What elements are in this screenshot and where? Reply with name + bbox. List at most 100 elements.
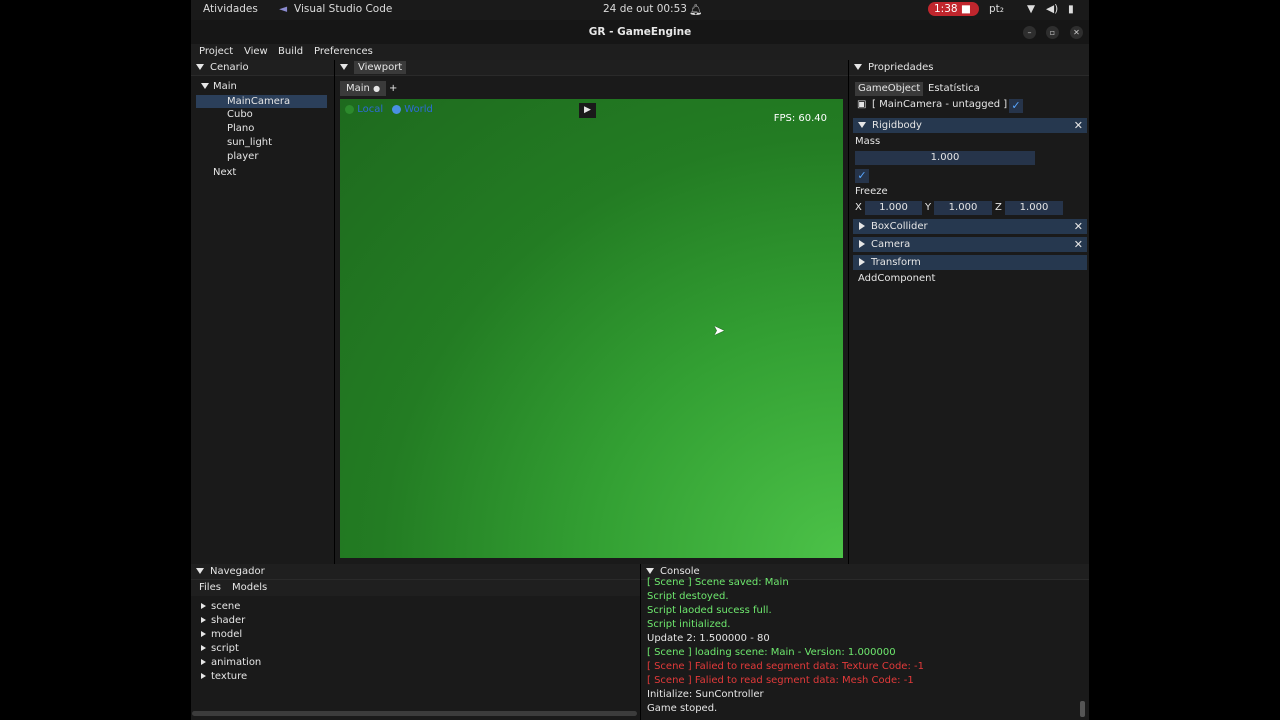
freeze-z-field[interactable]: 1.000 bbox=[1005, 201, 1063, 215]
tab-estatistica[interactable]: Estatística bbox=[928, 82, 980, 96]
tree-root-main[interactable]: Main bbox=[201, 81, 237, 92]
horizontal-scrollbar[interactable] bbox=[192, 711, 637, 716]
activities-button[interactable]: Atividades bbox=[203, 3, 258, 15]
boxcollider-header[interactable]: BoxCollider ✕ bbox=[853, 219, 1087, 234]
play-button[interactable]: ▶ bbox=[579, 103, 596, 118]
viewport-tab-main[interactable]: Main ● bbox=[340, 81, 387, 96]
freeze-y-field[interactable]: 1.000 bbox=[934, 201, 992, 215]
tree-item-maincamera[interactable]: MainCamera bbox=[196, 95, 327, 108]
expand-icon bbox=[201, 617, 206, 623]
clock[interactable]: 24 de out 00:53 bbox=[603, 3, 687, 15]
console-line: [ Scene ] Falied to read segment data: M… bbox=[647, 675, 914, 686]
freeze-x-field[interactable]: 1.000 bbox=[865, 201, 922, 215]
navigator-panel-header[interactable]: Navegador bbox=[191, 564, 640, 580]
collapse-icon bbox=[196, 64, 204, 70]
tree-item-player[interactable]: player bbox=[227, 151, 258, 162]
world-radio[interactable]: World bbox=[392, 104, 433, 115]
vscode-icon: ◄ bbox=[279, 3, 288, 15]
transform-header[interactable]: Transform bbox=[853, 255, 1087, 270]
world-label: World bbox=[404, 104, 433, 115]
menu-view[interactable]: View bbox=[244, 46, 268, 57]
scene-panel-header[interactable]: Cenario bbox=[191, 60, 334, 76]
console-line: Update 2: 1.500000 - 80 bbox=[647, 633, 770, 644]
folder-label: scene bbox=[211, 601, 241, 612]
folder-label: animation bbox=[211, 657, 262, 668]
local-radio[interactable]: Local bbox=[345, 104, 383, 115]
mass-label: Mass bbox=[855, 136, 881, 147]
unsaved-dot-icon: ● bbox=[373, 84, 381, 93]
mass-field[interactable]: 1.000 bbox=[855, 151, 1035, 165]
transform-title: Transform bbox=[871, 257, 921, 268]
menu-preferences[interactable]: Preferences bbox=[314, 46, 373, 57]
console-line: [ Scene ] loading scene: Main - Version:… bbox=[647, 647, 896, 658]
menu-project[interactable]: Project bbox=[199, 46, 233, 57]
volume-icon: ◀) bbox=[1046, 3, 1059, 15]
tab-gameobject[interactable]: GameObject bbox=[855, 82, 924, 96]
close-button[interactable]: ✕ bbox=[1070, 26, 1083, 39]
minimize-button[interactable]: – bbox=[1023, 26, 1036, 39]
check-icon: ✓ bbox=[1011, 99, 1021, 112]
folder-scene[interactable]: scene bbox=[201, 601, 240, 612]
maximize-button[interactable]: ▫ bbox=[1046, 26, 1059, 39]
console-line: Script destoyed. bbox=[647, 591, 729, 602]
radio-on-icon bbox=[392, 104, 401, 114]
freeze-label: Freeze bbox=[855, 186, 888, 197]
tree-item-next[interactable]: Next bbox=[213, 167, 236, 178]
remove-rigidbody-icon[interactable]: ✕ bbox=[1074, 118, 1083, 133]
expand-icon bbox=[201, 83, 209, 89]
viewport-panel: Viewport Main ● + Local World ▶ FPS: 60.… bbox=[335, 60, 848, 564]
remove-camera-icon[interactable]: ✕ bbox=[1074, 237, 1083, 252]
recording-indicator[interactable]: 1:38 ■ bbox=[928, 2, 979, 16]
viewport-panel-header[interactable]: Viewport bbox=[335, 60, 848, 76]
scene-panel-title: Cenario bbox=[210, 62, 249, 73]
rigidbody-checkbox[interactable]: ✓ bbox=[855, 169, 869, 183]
add-tab-button[interactable]: + bbox=[389, 81, 397, 96]
folder-shader[interactable]: shader bbox=[201, 615, 245, 626]
system-top-bar: Atividades ◄ Visual Studio Code 24 de ou… bbox=[191, 0, 1089, 20]
scene-panel: Cenario Main MainCamera Cubo Plano sun_l… bbox=[191, 60, 334, 564]
viewport-canvas[interactable]: Local World ▶ FPS: 60.40 ➤ bbox=[340, 99, 843, 558]
tree-item-plano[interactable]: Plano bbox=[227, 123, 254, 134]
properties-title: Propriedades bbox=[868, 62, 934, 73]
folder-texture[interactable]: texture bbox=[201, 671, 247, 682]
boxcollider-title: BoxCollider bbox=[871, 221, 928, 232]
folder-model[interactable]: model bbox=[201, 629, 242, 640]
menu-build[interactable]: Build bbox=[278, 46, 303, 57]
camera-header[interactable]: Camera ✕ bbox=[853, 237, 1087, 252]
collapse-icon bbox=[854, 64, 862, 70]
properties-panel: Propriedades bbox=[849, 60, 1089, 564]
app-name-label[interactable]: Visual Studio Code bbox=[294, 3, 392, 15]
tab-label: Main bbox=[346, 83, 370, 94]
stop-icon: ■ bbox=[960, 3, 971, 15]
expand-icon bbox=[201, 603, 206, 609]
add-component-button[interactable]: AddComponent bbox=[858, 273, 935, 284]
collapse-icon bbox=[646, 568, 654, 574]
folder-animation[interactable]: animation bbox=[201, 657, 261, 668]
window-title-bar: GR - GameEngine – ▫ ✕ bbox=[191, 20, 1089, 44]
tab-models[interactable]: Models bbox=[232, 582, 267, 593]
expand-icon bbox=[201, 659, 206, 665]
tab-files[interactable]: Files bbox=[199, 582, 221, 593]
bell-icon: 🔔︎ bbox=[689, 4, 703, 16]
mouse-cursor-icon: ➤ bbox=[713, 323, 725, 339]
console-line: [ Scene ] Falied to read segment data: T… bbox=[647, 661, 924, 672]
vertical-scrollbar[interactable] bbox=[1080, 701, 1085, 717]
object-active-checkbox[interactable]: ✓ bbox=[1009, 99, 1023, 113]
folder-script[interactable]: script bbox=[201, 643, 239, 654]
folder-label: script bbox=[211, 643, 239, 654]
collapse-icon bbox=[340, 64, 348, 70]
tree-item-sun-light[interactable]: sun_light bbox=[227, 137, 272, 148]
properties-panel-header[interactable]: Propriedades bbox=[849, 60, 1089, 76]
expand-icon bbox=[201, 645, 206, 651]
tree-item-cubo[interactable]: Cubo bbox=[227, 109, 253, 120]
console-title: Console bbox=[660, 566, 700, 577]
rigidbody-header[interactable]: Rigidbody ✕ bbox=[853, 118, 1087, 133]
remove-boxcollider-icon[interactable]: ✕ bbox=[1074, 219, 1083, 234]
folder-label: texture bbox=[211, 671, 248, 682]
wifi-icon: ▼ bbox=[1027, 3, 1036, 15]
folder-label: shader bbox=[211, 615, 246, 626]
expand-icon bbox=[201, 631, 206, 637]
language-indicator[interactable]: pt₂ bbox=[989, 3, 1004, 15]
cube-icon: ▣ bbox=[857, 99, 867, 110]
navigator-panel: Navegador Files Models scene shader mode… bbox=[191, 564, 640, 720]
